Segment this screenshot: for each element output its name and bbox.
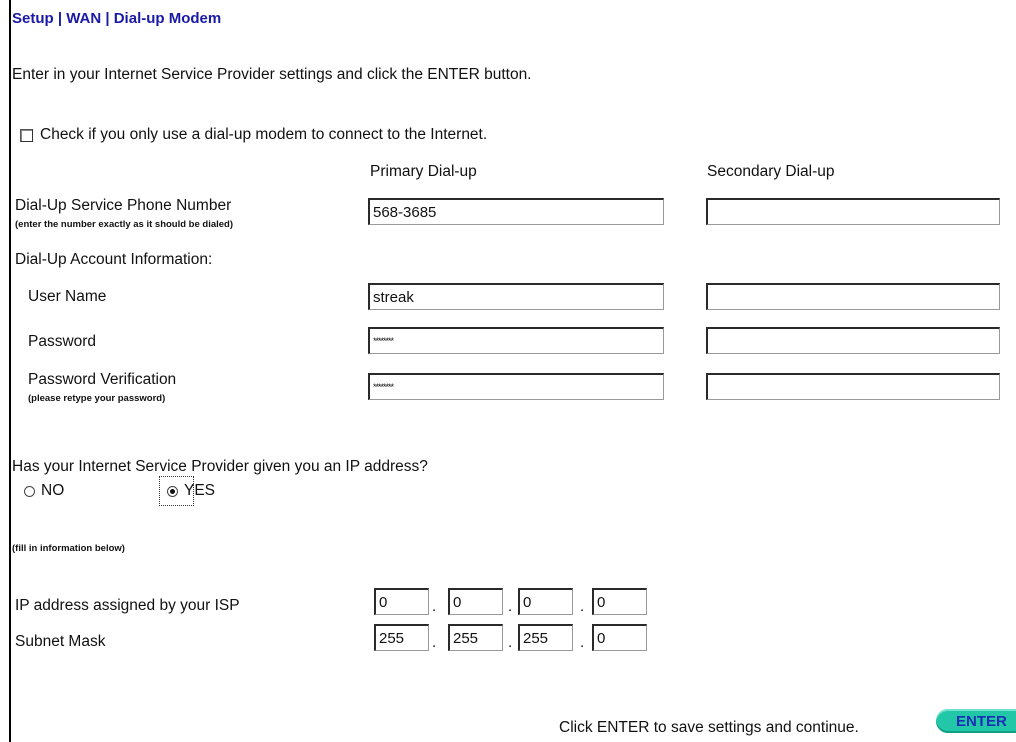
radio-no-label: NO <box>41 482 65 499</box>
save-hint-text: Click ENTER to save settings and continu… <box>559 719 859 736</box>
ip-separator: . <box>432 598 437 615</box>
ip-octet-4-input[interactable] <box>592 588 647 615</box>
ip-octet-1-input[interactable] <box>374 588 429 615</box>
primary-phone-input[interactable] <box>368 198 664 225</box>
username-label: User Name <box>28 288 107 305</box>
radio-no-option[interactable]: NO <box>24 482 64 500</box>
fill-info-note: (fill in information below) <box>12 543 125 554</box>
subnet-separator: . <box>432 634 437 651</box>
phone-number-sublabel: (enter the number exactly as it should b… <box>15 219 234 230</box>
subnet-octet-3-input[interactable] <box>518 624 573 651</box>
secondary-column-header: Secondary Dial-up <box>707 163 835 180</box>
ip-separator: . <box>580 598 585 615</box>
primary-username-input[interactable] <box>368 283 664 310</box>
phone-number-label: Dial-Up Service Phone Number <box>15 197 232 214</box>
subnet-octet-1-input[interactable] <box>374 624 429 651</box>
subnet-mask-label: Subnet Mask <box>15 633 106 650</box>
password-verify-label: Password Verification <box>28 371 177 388</box>
enter-button[interactable]: ENTER <box>936 709 1016 733</box>
dialup-only-label: Check if you only use a dial-up modem to… <box>40 126 488 143</box>
dialup-only-row: Check if you only use a dial-up modem to… <box>20 126 487 144</box>
secondary-password-verify-input[interactable] <box>706 373 1000 400</box>
secondary-password-input[interactable] <box>706 327 1000 354</box>
account-info-heading: Dial-Up Account Information: <box>15 251 213 268</box>
primary-password-input[interactable] <box>368 327 664 354</box>
subnet-separator: . <box>508 634 513 651</box>
ip-address-label: IP address assigned by your ISP <box>15 597 240 614</box>
radio-yes[interactable] <box>167 485 178 497</box>
radio-yes-option[interactable]: YES <box>167 482 215 500</box>
secondary-username-input[interactable] <box>706 283 1000 310</box>
ip-octet-3-input[interactable] <box>518 588 573 615</box>
intro-text: Enter in your Internet Service Provider … <box>12 66 532 83</box>
primary-password-verify-input[interactable] <box>368 373 664 400</box>
password-verify-sublabel: (please retype your password) <box>28 393 166 404</box>
page-title: Setup | WAN | Dial-up Modem <box>12 10 222 27</box>
ip-octet-2-input[interactable] <box>448 588 503 615</box>
radio-no[interactable] <box>24 485 35 497</box>
ip-separator: . <box>508 598 513 615</box>
subnet-separator: . <box>580 634 585 651</box>
radio-yes-label: YES <box>184 482 216 499</box>
subnet-octet-4-input[interactable] <box>592 624 647 651</box>
page-left-border <box>9 0 11 742</box>
ip-question-label: Has your Internet Service Provider given… <box>12 458 428 475</box>
subnet-octet-2-input[interactable] <box>448 624 503 651</box>
password-label: Password <box>28 333 97 350</box>
dialup-only-checkbox[interactable] <box>20 128 33 142</box>
secondary-phone-input[interactable] <box>706 198 1000 225</box>
primary-column-header: Primary Dial-up <box>370 163 477 180</box>
